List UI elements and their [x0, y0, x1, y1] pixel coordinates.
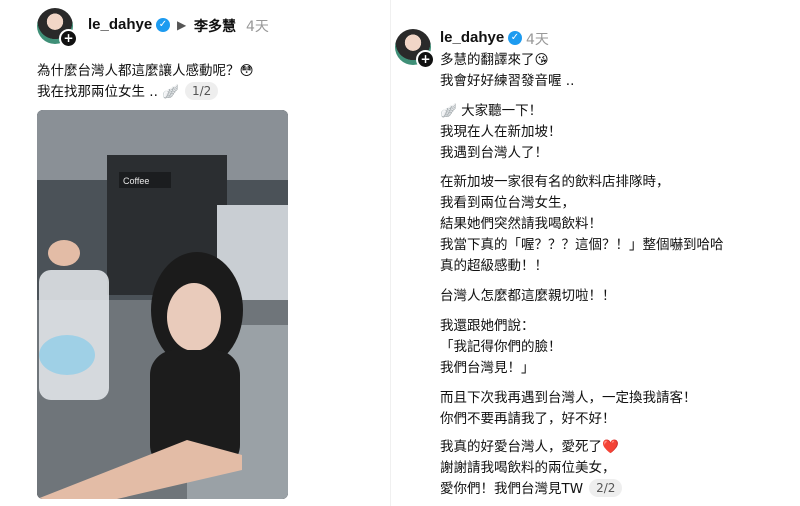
username[interactable]: le_dahye	[440, 29, 504, 46]
post-line: 我當下真的「喔？？？這個？！」整個嚇到哈哈	[440, 237, 724, 253]
post-line: 我在找那兩位女生 .. 🪽	[37, 84, 179, 100]
post-line: 真的超級感動！！	[440, 258, 548, 274]
post-line: 結果她們突然請我喝飲料！	[440, 216, 602, 232]
cafe-sign-text: Coffee	[123, 176, 149, 186]
photo-illustration: Coffee	[37, 110, 288, 499]
follow-plus-icon[interactable]: +	[59, 29, 78, 48]
post-line: 我遇到台灣人了！	[440, 145, 548, 161]
post-line-with-badge: 我在找那兩位女生 .. 🪽 1/2	[37, 82, 219, 103]
post-time: 4天	[526, 32, 549, 48]
post-photo[interactable]: Coffee	[37, 110, 288, 499]
reply-arrow-icon: ▶	[177, 18, 187, 32]
post-time: 4天	[246, 19, 269, 35]
verified-icon: ✓	[508, 31, 522, 45]
post-line: 我們台灣見！」	[440, 360, 535, 376]
left-post: + le_dahye ✓ ▶ 李多慧 4天 為什麼台灣人都這麼讓人感動呢？😳 我…	[0, 0, 330, 506]
post-line: 🪽 大家聽一下！	[440, 103, 543, 119]
post-line-with-badge: 愛你們！我們台灣見TW 2/2	[440, 479, 623, 500]
post-line: 我真的好愛台灣人，愛死了❤️	[440, 439, 619, 455]
post-line: 「我記得你們的臉！	[440, 339, 562, 355]
verified-icon: ✓	[156, 18, 170, 32]
post-line: 多慧的翻譯來了😘	[440, 52, 549, 68]
follow-plus-icon[interactable]: +	[416, 50, 435, 69]
reply-target-name[interactable]: 李多慧	[194, 16, 236, 36]
post-line: 為什麼台灣人都這麼讓人感動呢？😳	[37, 63, 254, 79]
post-line: 我還跟她們說：	[440, 318, 535, 334]
page-indicator: 2/2	[589, 479, 623, 497]
post-line: 謝謝請我喝飲料的兩位美女，	[440, 460, 616, 476]
post-line: 而且下次我再遇到台灣人，一定換我請客！	[440, 390, 697, 406]
right-post: + le_dahye ✓ 4天 多慧的翻譯來了😘 我會好好練習發音喔 .. 🪽 …	[390, 0, 800, 506]
username[interactable]: le_dahye	[88, 16, 152, 33]
post-line: 在新加坡一家很有名的飲料店排隊時，	[440, 174, 670, 190]
post-line: 台灣人怎麼都這麼親切啦！！	[440, 288, 616, 304]
post-line: 我現在人在新加坡！	[440, 124, 562, 140]
post-line: 愛你們！我們台灣見TW	[440, 481, 584, 497]
post-line: 我會好好練習發音喔 ..	[440, 73, 575, 89]
post-line: 我看到兩位台灣女生，	[440, 195, 575, 211]
page-indicator: 1/2	[184, 82, 219, 100]
post-line: 你們不要再請我了，好不好！	[440, 411, 616, 427]
